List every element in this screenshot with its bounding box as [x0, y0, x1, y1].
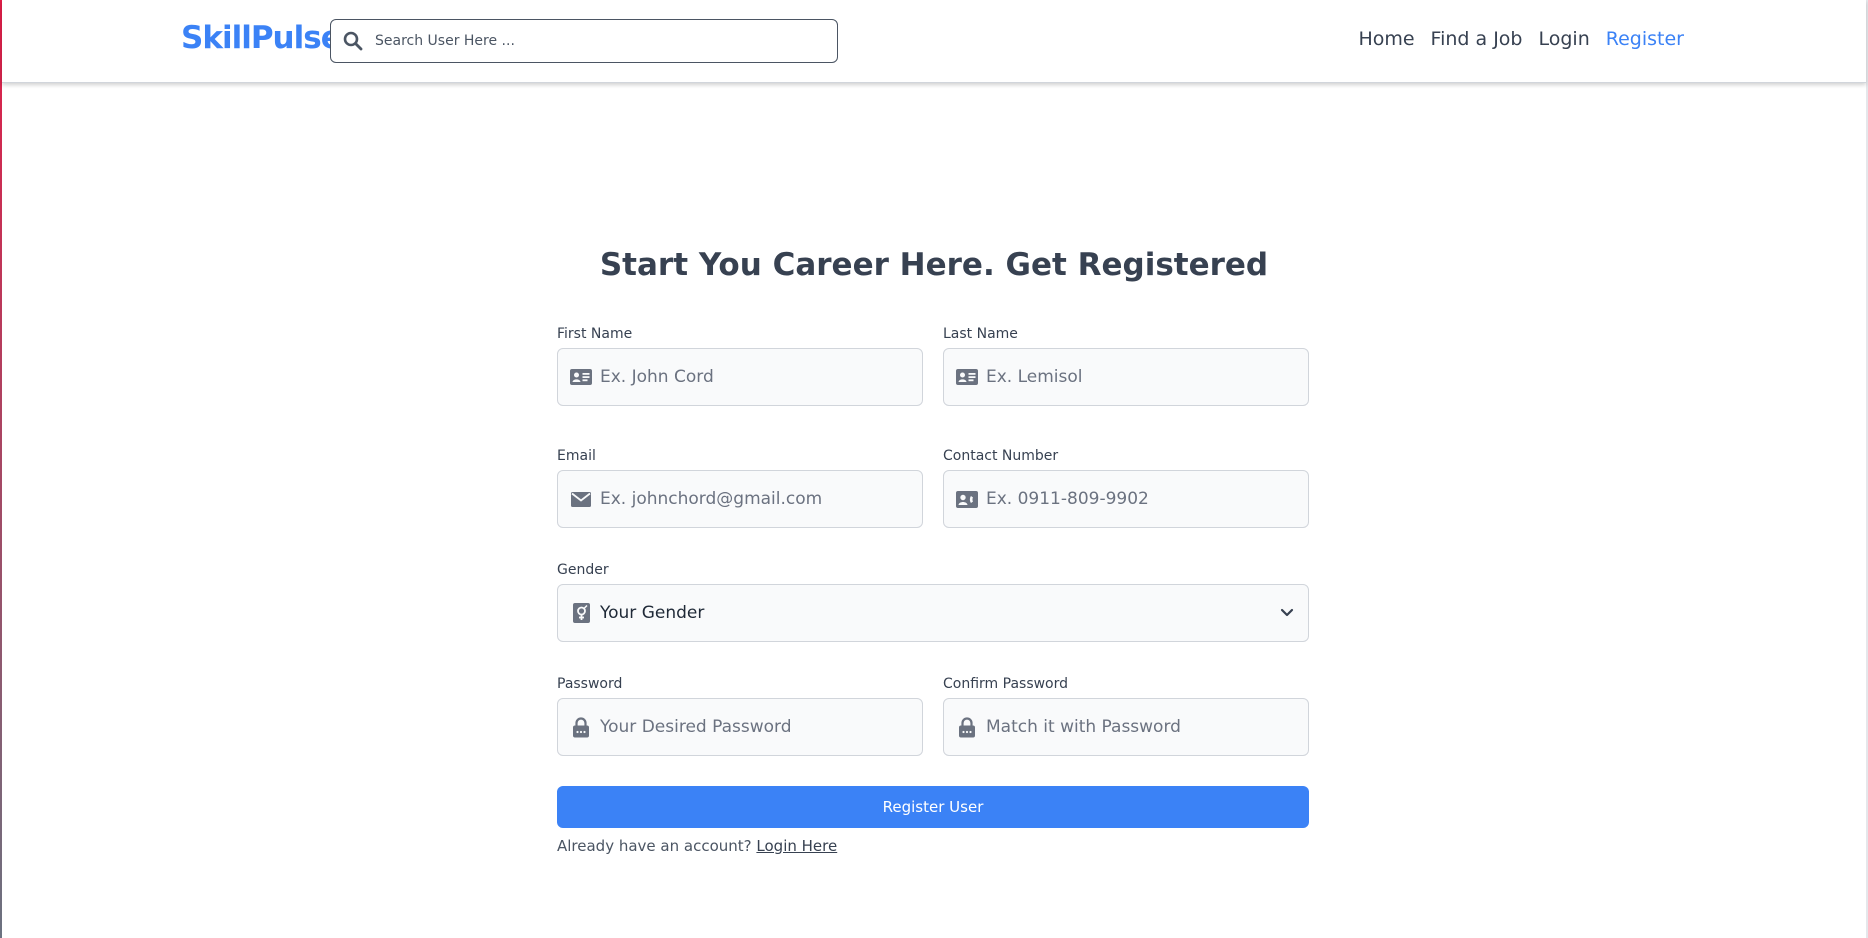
email-label: Email — [557, 448, 596, 464]
nav-register[interactable]: Register — [1606, 28, 1684, 50]
brand-logo[interactable]: SkillPulse — [181, 20, 342, 56]
last-name-input[interactable] — [986, 367, 1296, 387]
form-title: Start You Career Here. Get Registered — [599, 247, 1269, 283]
login-prompt-text: Already have an account? — [557, 837, 752, 855]
login-prompt: Already have an account? Login Here — [557, 837, 837, 855]
gender-label: Gender — [557, 562, 609, 578]
first-name-input[interactable] — [600, 367, 910, 387]
first-name-label: First Name — [557, 326, 633, 342]
last-name-label: Last Name — [943, 326, 1018, 342]
password-wrapper[interactable] — [557, 698, 923, 756]
password-input[interactable] — [600, 717, 910, 737]
email-wrapper[interactable] — [557, 470, 923, 528]
contact-card-icon — [956, 488, 978, 510]
first-name-wrapper[interactable] — [557, 348, 923, 406]
confirm-password-field: Confirm Password — [943, 676, 1309, 756]
nav-links: Home Find a Job Login Register — [1358, 28, 1684, 50]
email-field: Email — [557, 448, 923, 528]
email-input[interactable] — [600, 489, 910, 509]
first-name-field: First Name — [557, 326, 923, 406]
navbar: SkillPulse Home Find a Job Login Registe… — [2, 0, 1866, 83]
gender-selected-value: Your Gender — [600, 603, 705, 623]
last-name-wrapper[interactable] — [943, 348, 1309, 406]
envelope-icon — [570, 488, 592, 510]
page-edge — [0, 0, 2, 938]
id-card-icon — [956, 366, 978, 388]
password-label: Password — [557, 676, 623, 692]
lock-icon — [956, 716, 978, 738]
nav-home[interactable]: Home — [1358, 28, 1414, 50]
lock-icon — [570, 716, 592, 738]
login-here-link[interactable]: Login Here — [756, 837, 837, 855]
contact-label: Contact Number — [943, 448, 1059, 464]
contact-input[interactable] — [986, 489, 1296, 509]
chevron-down-icon — [1280, 606, 1294, 620]
gender-icon — [570, 602, 592, 624]
contact-wrapper[interactable] — [943, 470, 1309, 528]
gender-select[interactable]: Your Gender — [557, 584, 1309, 642]
nav-find-job[interactable]: Find a Job — [1431, 28, 1523, 50]
id-card-icon — [570, 366, 592, 388]
search-icon — [331, 19, 375, 63]
password-field: Password — [557, 676, 923, 756]
contact-field: Contact Number — [943, 448, 1309, 528]
nav-login[interactable]: Login — [1539, 28, 1590, 50]
last-name-field: Last Name — [943, 326, 1309, 406]
confirm-password-wrapper[interactable] — [943, 698, 1309, 756]
gender-field: Gender Your Gender — [557, 562, 1309, 642]
confirm-password-label: Confirm Password — [943, 676, 1069, 692]
register-button[interactable]: Register User — [557, 786, 1309, 828]
confirm-password-input[interactable] — [986, 717, 1296, 737]
search-box[interactable] — [330, 19, 838, 63]
search-input[interactable] — [375, 33, 815, 49]
